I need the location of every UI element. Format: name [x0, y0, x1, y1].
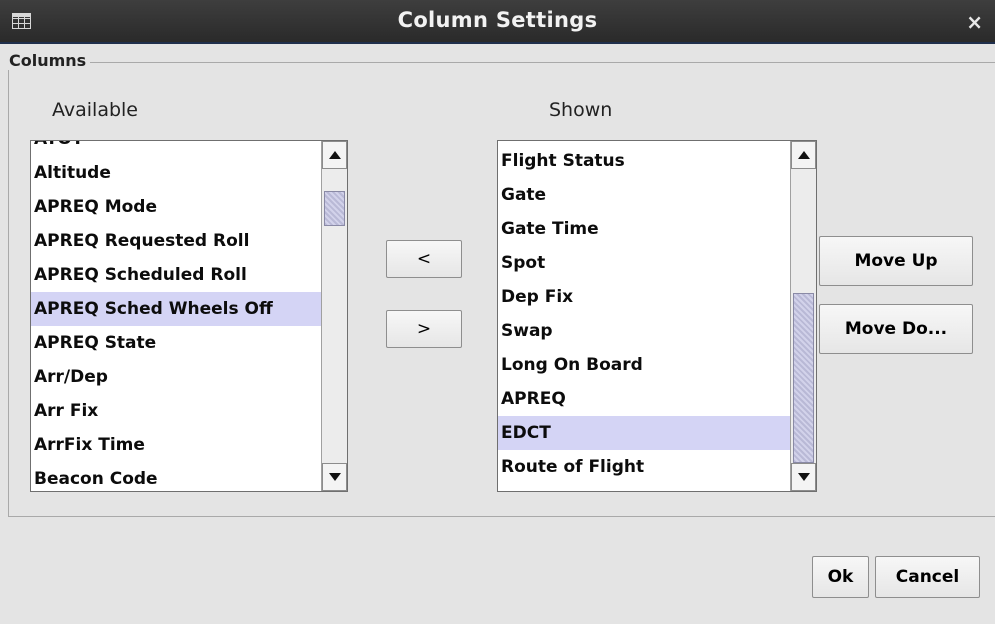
cancel-button[interactable]: Cancel: [875, 556, 980, 598]
scroll-down-button[interactable]: [791, 463, 816, 491]
scroll-up-button[interactable]: [322, 141, 347, 169]
group-title: Columns: [7, 51, 91, 70]
arrow-down-icon: [797, 473, 810, 481]
list-item[interactable]: APREQ Requested Roll: [31, 224, 321, 258]
close-icon[interactable]: ×: [966, 10, 983, 34]
list-item[interactable]: APREQ Sched Wheels Off: [31, 292, 321, 326]
arrow-up-icon: [797, 151, 810, 159]
shown-heading: Shown: [549, 99, 613, 121]
list-item[interactable]: APREQ Scheduled Roll: [31, 258, 321, 292]
list-item[interactable]: APREQ State: [31, 326, 321, 360]
list-item[interactable]: Dep Fix: [498, 280, 790, 314]
list-item[interactable]: Flight Status: [498, 144, 790, 178]
list-item[interactable]: Beacon Code: [31, 462, 321, 491]
list-item[interactable]: Long On Board: [498, 348, 790, 382]
add-column-button[interactable]: >: [386, 310, 462, 348]
scroll-down-button[interactable]: [322, 463, 347, 491]
move-down-button[interactable]: Move Do...: [819, 304, 973, 354]
list-item[interactable]: Spot: [498, 246, 790, 280]
list-item[interactable]: Route of Flight: [498, 450, 790, 484]
list-item[interactable]: Swap: [498, 314, 790, 348]
list-item[interactable]: Gate Time: [498, 212, 790, 246]
shown-list[interactable]: Flight Status Gate Gate Time Spot Dep Fix Swa…: [497, 140, 817, 492]
arrow-up-icon: [328, 151, 341, 159]
title-bar: Column Settings ×: [0, 0, 995, 44]
list-item[interactable]: Gate: [498, 178, 790, 212]
scroll-thumb[interactable]: [324, 191, 345, 226]
list-item[interactable]: Arr Fix: [31, 394, 321, 428]
list-item[interactable]: APREQ: [498, 382, 790, 416]
list-item[interactable]: ArrFix Time: [31, 428, 321, 462]
move-up-button[interactable]: Move Up: [819, 236, 973, 286]
window-title: Column Settings: [397, 8, 598, 32]
available-heading: Available: [52, 99, 139, 121]
list-item[interactable]: EDCT: [498, 416, 790, 450]
shown-scrollbar[interactable]: [790, 141, 816, 491]
available-list[interactable]: ATOTAltitudeAPREQ ModeAPREQ Requested Ro…: [30, 140, 348, 492]
list-item[interactable]: Altitude: [31, 156, 321, 190]
available-scrollbar[interactable]: [321, 141, 347, 491]
list-item[interactable]: APREQ Mode: [31, 190, 321, 224]
list-item[interactable]: Arr/Dep: [31, 360, 321, 394]
scroll-up-button[interactable]: [791, 141, 816, 169]
scroll-thumb[interactable]: [793, 293, 814, 463]
list-item[interactable]: ATOT: [31, 141, 321, 156]
arrow-down-icon: [328, 473, 341, 481]
remove-column-button[interactable]: <: [386, 240, 462, 278]
ok-button[interactable]: Ok: [812, 556, 869, 598]
